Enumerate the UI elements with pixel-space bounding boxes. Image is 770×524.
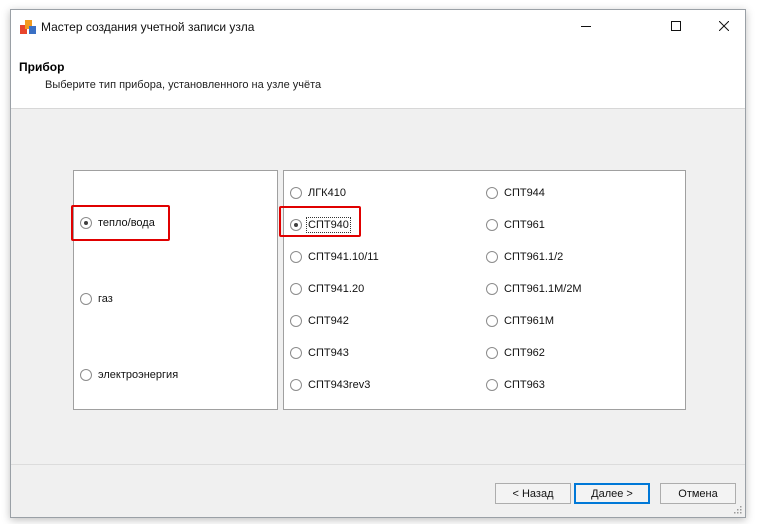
radio-device-spt944[interactable]: СПТ944 xyxy=(486,185,545,201)
resize-grip-icon[interactable] xyxy=(732,504,742,514)
radio-circle xyxy=(486,315,498,327)
radio-device-spt942[interactable]: СПТ942 xyxy=(290,313,349,329)
maximize-button[interactable] xyxy=(653,10,699,42)
radio-category-heat-water[interactable]: тепло/вода xyxy=(80,215,155,231)
minimize-icon xyxy=(581,26,591,27)
app-icon xyxy=(20,20,36,34)
radio-device-spt961m[interactable]: СПТ961М xyxy=(486,313,554,329)
radio-label: ЛГК410 xyxy=(308,187,346,199)
radio-device-spt962[interactable]: СПТ962 xyxy=(486,345,545,361)
page-subtitle: Выберите тип прибора, установленного на … xyxy=(45,79,322,91)
radio-circle xyxy=(290,283,302,295)
radio-label: электроэнергия xyxy=(98,369,179,381)
radio-label: СПТ963 xyxy=(504,379,545,391)
footer-separator xyxy=(11,464,745,465)
next-button[interactable]: Далее > xyxy=(574,483,650,504)
radio-label: СПТ942 xyxy=(308,315,349,327)
radio-label: СПТ940 xyxy=(306,217,351,233)
radio-circle xyxy=(290,347,302,359)
radio-circle xyxy=(290,251,302,263)
radio-label: СПТ961.1/2 xyxy=(504,251,564,263)
maximize-icon xyxy=(671,21,681,31)
radio-circle xyxy=(486,379,498,391)
radio-device-spt961-1-2[interactable]: СПТ961.1/2 xyxy=(486,249,563,265)
radio-category-gas[interactable]: газ xyxy=(80,291,113,307)
window-title: Мастер создания учетной записи узла xyxy=(41,20,255,34)
radio-circle xyxy=(486,347,498,359)
radio-circle xyxy=(290,379,302,391)
radio-circle xyxy=(486,219,498,231)
radio-label: СПТ941.20 xyxy=(308,283,365,295)
radio-category-electricity[interactable]: электроэнергия xyxy=(80,367,178,383)
radio-device-spt943rev3[interactable]: СПТ943rev3 xyxy=(290,377,370,393)
radio-device-spt961[interactable]: СПТ961 xyxy=(486,217,545,233)
page-title: Прибор xyxy=(19,60,65,74)
category-panel: тепло/вода газ электроэнергия xyxy=(71,170,278,410)
radio-device-spt961-1m-2m[interactable]: СПТ961.1М/2М xyxy=(486,281,582,297)
radio-circle xyxy=(80,369,92,381)
radio-label: СПТ962 xyxy=(504,347,545,359)
minimize-button[interactable] xyxy=(563,10,609,42)
radio-device-spt941-20[interactable]: СПТ941.20 xyxy=(290,281,364,297)
radio-label: тепло/вода xyxy=(98,217,155,229)
radio-circle xyxy=(290,315,302,327)
radio-label: СПТ961М xyxy=(504,315,555,327)
radio-circle xyxy=(80,293,92,305)
radio-label: СПТ961 xyxy=(504,219,545,231)
radio-device-spt963[interactable]: СПТ963 xyxy=(486,377,545,393)
title-bar[interactable]: Мастер создания учетной записи узла xyxy=(11,10,745,42)
back-button[interactable]: < Назад xyxy=(495,483,571,504)
radio-circle xyxy=(486,251,498,263)
radio-device-spt941-10-11[interactable]: СПТ941.10/11 xyxy=(290,249,379,265)
radio-label: газ xyxy=(98,293,113,305)
radio-label: СПТ961.1М/2М xyxy=(504,283,582,295)
radio-device-lgk410[interactable]: ЛГК410 xyxy=(290,185,346,201)
cancel-button[interactable]: Отмена xyxy=(660,483,736,504)
radio-circle xyxy=(486,283,498,295)
close-icon xyxy=(719,21,729,31)
radio-label: СПТ943 xyxy=(308,347,349,359)
wizard-header: Прибор Выберите тип прибора, установленн… xyxy=(11,42,745,109)
device-panel: ЛГК410 СПТ940 СПТ941.10/11 СПТ941.20 СПТ… xyxy=(279,170,686,410)
close-button[interactable] xyxy=(701,10,747,42)
radio-circle xyxy=(290,219,302,231)
radio-label: СПТ944 xyxy=(504,187,545,199)
radio-label: СПТ941.10/11 xyxy=(308,251,379,263)
wizard-window: Мастер создания учетной записи узла Приб… xyxy=(10,9,746,518)
radio-circle xyxy=(486,187,498,199)
radio-circle xyxy=(80,217,92,229)
radio-device-spt940[interactable]: СПТ940 xyxy=(290,217,351,233)
radio-device-spt943[interactable]: СПТ943 xyxy=(290,345,349,361)
radio-label: СПТ943rev3 xyxy=(308,379,371,391)
radio-circle xyxy=(290,187,302,199)
